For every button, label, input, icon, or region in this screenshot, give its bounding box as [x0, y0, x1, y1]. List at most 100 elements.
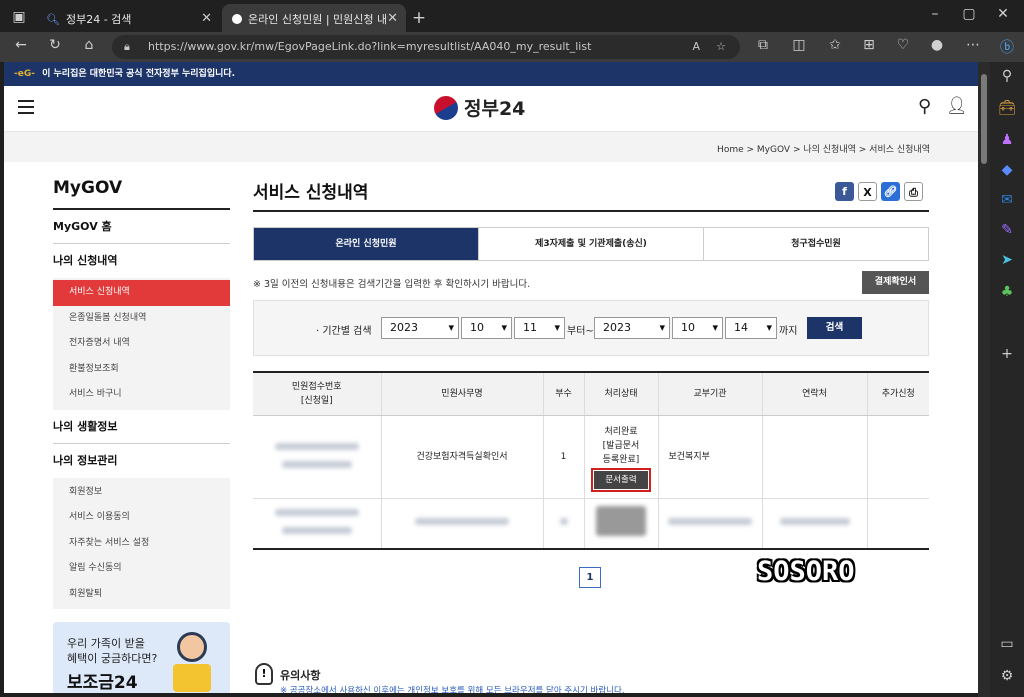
page-title: 서비스 신청내역 f X 🔗︎ ⎙	[253, 178, 929, 212]
new-tab-icon[interactable]: +	[408, 8, 430, 28]
tab-online-requests[interactable]: 온라인 신청민원	[254, 228, 479, 260]
print-icon[interactable]: ⎙	[904, 182, 923, 201]
payment-confirm-button[interactable]: 결제확인서	[862, 271, 929, 294]
lnb-item-alerts[interactable]: 알림 수신동의	[53, 556, 230, 582]
lnb-group-requests[interactable]: 나의 신청내역	[53, 244, 230, 278]
notes-title: 유의사항	[280, 669, 321, 682]
tab-claim-requests[interactable]: 청구접수민원	[704, 228, 928, 260]
favorites-icon[interactable]: ✩	[824, 37, 846, 53]
to-day-select[interactable]: 14	[725, 317, 777, 339]
lnb-item-member-info[interactable]: 회원정보	[53, 480, 230, 506]
facebook-icon[interactable]: f	[835, 182, 854, 201]
breadcrumb-requests[interactable]: 나의 신청내역	[803, 145, 856, 155]
sidebar-edit-icon[interactable]: ✎	[996, 222, 1018, 238]
user-icon[interactable]: 👤︎	[946, 96, 968, 116]
copies: 1	[543, 415, 585, 499]
extra	[867, 415, 929, 499]
close-icon[interactable]: ✕	[201, 11, 212, 26]
browser-tab-active[interactable]: 온라인 신청민원 | 민원신청 내역 ✕	[222, 4, 406, 34]
lnb-group-life-info[interactable]: 나의 생활정보	[53, 410, 230, 444]
site-logo[interactable]: 정부24	[429, 91, 525, 124]
to-year-select[interactable]: 2023	[594, 317, 670, 339]
browser-essentials-icon[interactable]: ♡	[892, 37, 914, 53]
lnb-item-refund[interactable]: 환불정보조회	[53, 357, 230, 383]
sidebar-layout-icon[interactable]: ▭	[996, 636, 1018, 652]
tab-label: 정부24 - 검색	[65, 13, 132, 26]
search-button[interactable]: 검색	[807, 317, 862, 339]
close-icon[interactable]: ✕	[387, 11, 398, 26]
lnb-submenu-my-info: 회원정보 서비스 이용동의 자주찾는 서비스 설정 알림 수신동의 회원탈퇴	[53, 477, 230, 609]
subsidy-promo-banner[interactable]: 우리 가족이 받을 혜택이 궁금하다면? 보조금24	[53, 622, 230, 693]
more-menu-icon[interactable]: ⋯	[962, 37, 984, 53]
sidebar-copilot-icon[interactable]: ◆	[996, 162, 1018, 178]
settings-gear-icon[interactable]: ⚙	[996, 668, 1018, 684]
search-icon[interactable]: ⚲	[918, 96, 931, 117]
sidebar-add-icon[interactable]: +	[996, 346, 1018, 362]
window-close-icon[interactable]: ✕	[992, 6, 1014, 22]
search-notice: ※ 3일 이전의 신청내용은 검색기간을 입력한 후 확인하시기 바랍니다.	[253, 279, 531, 290]
main-content: 서비스 신청내역 f X 🔗︎ ⎙ 온라인 신청민원 제3자제출 및 기관제출(…	[253, 178, 929, 693]
from-year-select[interactable]: 2023	[381, 317, 459, 339]
url-text: https://www.gov.kr/mw/EgovPageLink.do?li…	[148, 40, 592, 53]
maximize-icon[interactable]: ▢	[958, 6, 980, 22]
request-type-tabs: 온라인 신청민원 제3자제출 및 기관제출(송신) 청구접수민원	[253, 227, 929, 261]
sidebar-games-icon[interactable]: ♟	[996, 132, 1018, 148]
to-month-select[interactable]: 10	[672, 317, 723, 339]
sidebar-tree-icon[interactable]: ♣	[996, 284, 1018, 300]
favorite-star-icon[interactable]: ☆	[716, 35, 726, 59]
copilot-icon[interactable]: ⓑ	[996, 37, 1018, 57]
link-icon[interactable]: 🔗︎	[881, 182, 900, 201]
read-aloud-icon[interactable]: A	[692, 35, 700, 59]
page-scrollbar[interactable]	[978, 62, 990, 697]
sidebar-send-icon[interactable]: ➤	[996, 252, 1018, 268]
tab-actions-icon[interactable]: ▣	[8, 9, 30, 25]
lnb-item-favorites[interactable]: 자주찾는 서비스 설정	[53, 531, 230, 557]
lnb-group-my-info[interactable]: 나의 정보관리	[53, 444, 230, 478]
receipt-no-blurred	[253, 498, 382, 550]
lnb-item-e-certificate[interactable]: 전자증명서 내역	[53, 331, 230, 357]
breadcrumb-home[interactable]: Home	[717, 145, 744, 155]
sidebar-tools-icon[interactable]: 🧰︎	[996, 100, 1018, 116]
profile-avatar-icon[interactable]: ●	[926, 37, 948, 53]
print-document-button[interactable]: 문서출력	[591, 467, 651, 492]
lnb-submenu-requests: 서비스 신청내역 온종일돌봄 신청내역 전자증명서 내역 환불정보조회 서비스 …	[53, 278, 230, 410]
hamburger-menu-icon[interactable]	[18, 100, 34, 114]
lnb-mygov-home[interactable]: MyGOV 홈	[53, 210, 230, 244]
back-icon[interactable]: ←	[10, 37, 32, 53]
lnb-item-withdraw[interactable]: 회원탈퇴	[53, 582, 230, 608]
home-icon[interactable]: ⌂	[78, 37, 100, 53]
col-extra: 추가신청	[867, 372, 929, 416]
breadcrumb-bar: Home > MyGOV > 나의 신청내역 > 서비스 신청내역	[4, 132, 978, 162]
tab-third-party[interactable]: 제3자제출 및 기관제출(송신)	[479, 228, 704, 260]
extensions-icon[interactable]: ⧉	[752, 37, 774, 53]
banner-text: 이 누리집은 대한민국 공식 전자정부 누리집입니다.	[42, 69, 236, 79]
breadcrumb-mygov[interactable]: MyGOV	[757, 145, 790, 155]
from-day-select[interactable]: 11	[514, 317, 565, 339]
requests-table: 민원접수번호 [신청일] 민원사무명 부수 처리상태 교부기관 연락처 추가신청 …	[253, 371, 929, 550]
minimize-icon[interactable]: –	[924, 6, 946, 22]
sidebar-outlook-icon[interactable]: ✉	[996, 192, 1018, 208]
collections-icon[interactable]: ⊞	[858, 37, 880, 53]
service-name-blurred	[381, 498, 544, 550]
col-receipt-no: 민원접수번호 [신청일]	[253, 372, 382, 416]
lnb-item-basket[interactable]: 서비스 바구니	[53, 382, 230, 408]
page-1-button[interactable]: 1	[579, 567, 601, 588]
copies-blurred	[543, 498, 585, 550]
sidebar-search-icon[interactable]: ⚲	[996, 68, 1018, 84]
refresh-icon[interactable]: ↻	[44, 37, 66, 53]
browser-tab-search[interactable]: 🔍︎ 정부24 - 검색 ✕	[36, 4, 220, 34]
breadcrumb-current[interactable]: 서비스 신청내역	[869, 145, 930, 155]
receipt-no-blurred	[253, 415, 382, 499]
x-twitter-icon[interactable]: X	[858, 182, 877, 201]
url-input[interactable]: 🔒︎ https://www.gov.kr/mw/EgovPageLink.do…	[112, 35, 740, 59]
scrollbar-thumb[interactable]	[981, 74, 987, 164]
from-month-select[interactable]: 10	[461, 317, 512, 339]
lnb-item-childcare[interactable]: 온종일돌봄 신청내역	[53, 306, 230, 332]
lnb-item-consent[interactable]: 서비스 이용동의	[53, 505, 230, 531]
period-label: · 기간별 검색	[316, 326, 372, 337]
promo-line-1: 우리 가족이 받을	[67, 637, 145, 650]
search-icon: 🔍︎	[46, 12, 60, 26]
status-text: 처리완료 [발급문서 등록완료]	[602, 426, 640, 465]
lnb-item-service-requests[interactable]: 서비스 신청내역	[53, 280, 230, 306]
split-screen-icon[interactable]: ◫	[788, 37, 810, 53]
